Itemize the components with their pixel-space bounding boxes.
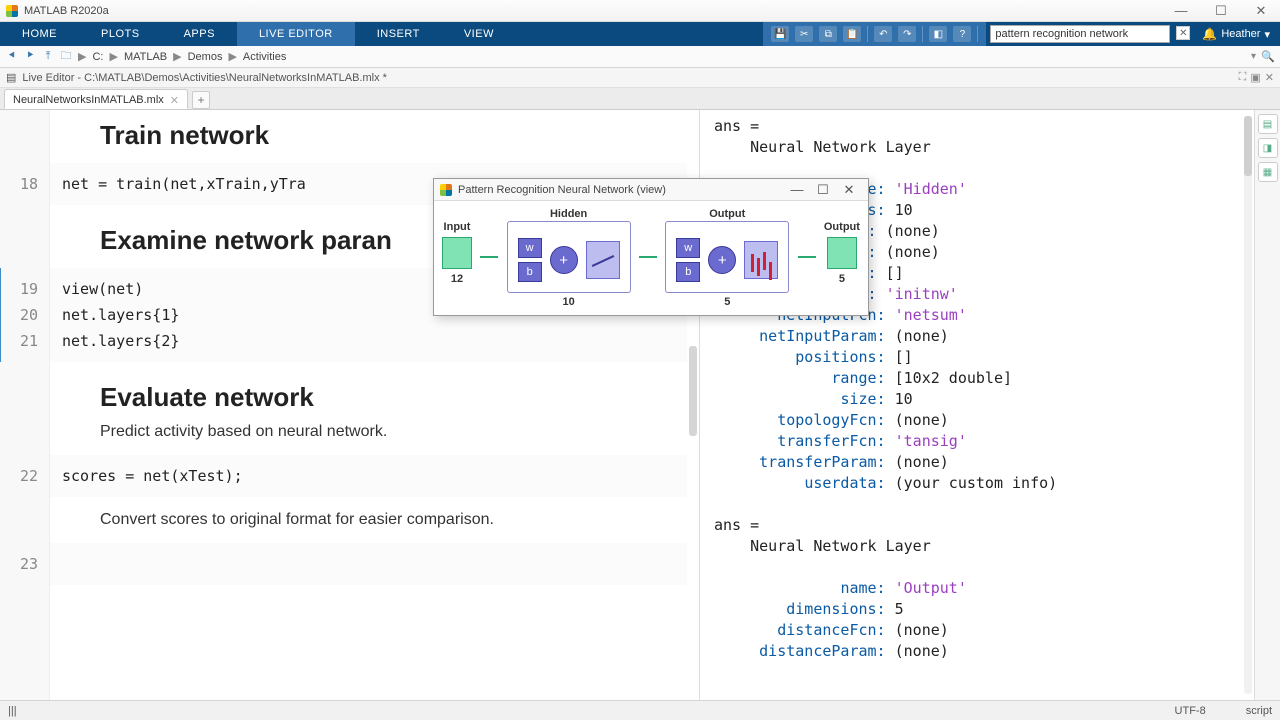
window-title: MATLAB R2020a	[24, 5, 1168, 17]
copy-icon[interactable]: ⧉	[819, 26, 837, 42]
nn-output-block: Output 5	[824, 221, 860, 285]
softmax-activation-icon	[744, 241, 778, 279]
document-tabs: NeuralNetworksInMATLAB.mlx ✕ +	[0, 88, 1280, 110]
new-tab-button[interactable]: +	[192, 91, 210, 109]
user-menu[interactable]: 🔔 Heather ▾	[1192, 22, 1280, 46]
restore-panel-icon[interactable]: ⛶	[1239, 71, 1247, 84]
save-icon[interactable]: 💾	[771, 26, 789, 42]
tab-home[interactable]: HOME	[0, 22, 79, 46]
bias-block-icon: b	[518, 262, 542, 282]
matlab-logo-icon	[440, 184, 452, 196]
sum-node-icon: +	[550, 246, 578, 274]
weight-block-icon: w	[518, 238, 542, 258]
nav-up-icon[interactable]: ⤒	[40, 49, 56, 65]
folder-dropdown-icon[interactable]: ▾	[1251, 51, 1256, 62]
section-title-train: Train network	[50, 110, 687, 157]
live-editor-path-label: Live Editor - C:\MATLAB\Demos\Activities…	[22, 72, 387, 84]
tab-insert[interactable]: INSERT	[355, 22, 442, 46]
output-right-button[interactable]: ◨	[1258, 138, 1278, 158]
section-description: Predict activity based on neural network…	[50, 419, 687, 449]
search-input[interactable]	[990, 25, 1170, 43]
code-line[interactable]: scores = net(xTest);	[50, 455, 687, 497]
section-description: Convert scores to original format for ea…	[50, 507, 687, 537]
folder-icon[interactable]: 🗀	[58, 49, 74, 65]
window-maximize-button[interactable]: ☐	[1208, 3, 1234, 19]
crumb-c[interactable]: C:	[90, 50, 105, 64]
user-name-label: Heather	[1221, 28, 1260, 40]
output-hide-button[interactable]: ▦	[1258, 162, 1278, 182]
nn-window-titlebar[interactable]: Pattern Recognition Neural Network (view…	[434, 179, 868, 201]
tab-apps[interactable]: APPS	[162, 22, 237, 46]
nn-window-title: Pattern Recognition Neural Network (view…	[458, 184, 666, 196]
nn-maximize-button[interactable]: ☐	[810, 182, 836, 198]
matlab-logo-icon	[6, 5, 18, 17]
editor-scrollbar[interactable]	[689, 346, 697, 436]
document-tab[interactable]: NeuralNetworksInMATLAB.mlx ✕	[4, 89, 188, 109]
toolstrip: HOME PLOTS APPS LIVE EDITOR INSERT VIEW …	[0, 22, 1280, 46]
nav-forward-icon[interactable]: ⯈	[22, 49, 38, 65]
live-editor-path-bar: ▤ Live Editor - C:\MATLAB\Demos\Activiti…	[0, 68, 1280, 88]
crumb-matlab[interactable]: MATLAB	[122, 50, 169, 64]
nn-hidden-layer: Hidden w b + 10	[507, 221, 631, 293]
nn-close-button[interactable]: ✕	[836, 182, 862, 198]
quick-access-toolbar: 💾 ✂ ⧉ 📋 ↶ ↷ ◧ ?	[763, 22, 986, 46]
chevron-down-icon: ▾	[1264, 28, 1270, 41]
weight-block-icon: w	[676, 238, 700, 258]
tab-view[interactable]: VIEW	[442, 22, 516, 46]
bias-block-icon: b	[676, 262, 700, 282]
section-title-evaluate: Evaluate network	[50, 372, 687, 419]
filetype-label: script	[1246, 705, 1272, 717]
busy-indicator: |||	[8, 705, 17, 717]
window-minimize-button[interactable]: —	[1168, 3, 1194, 19]
status-bar: ||| UTF-8 script	[0, 700, 1280, 720]
nn-minimize-button[interactable]: —	[784, 182, 810, 197]
encoding-label: UTF-8	[1175, 705, 1206, 717]
help-icon[interactable]: ?	[953, 26, 971, 42]
nn-output-layer: Output w b + 5	[665, 221, 789, 293]
redo-icon[interactable]: ↷	[898, 26, 916, 42]
crumb-demos[interactable]: Demos	[186, 50, 225, 64]
output-node-icon	[827, 237, 857, 269]
notifications-icon[interactable]: 🔔	[1202, 27, 1217, 41]
tab-plots[interactable]: PLOTS	[79, 22, 162, 46]
line-number: 23	[10, 551, 38, 577]
crumb-activities[interactable]: Activities	[241, 50, 288, 64]
window-titlebar: MATLAB R2020a — ☐ ✕	[0, 0, 1280, 22]
nn-input-block: Input 12	[442, 221, 472, 285]
close-tab-icon[interactable]: ✕	[170, 94, 179, 107]
breadcrumb: ▶ C: ▶ MATLAB ▶ Demos ▶ Activities	[78, 50, 1247, 64]
wire-icon	[480, 256, 498, 258]
line-number: 18	[10, 171, 38, 197]
close-panel-icon[interactable]: ✕	[1265, 71, 1274, 84]
undo-icon[interactable]: ↶	[874, 26, 892, 42]
tansig-activation-icon	[586, 241, 620, 279]
document-icon: ▤	[6, 71, 16, 84]
wire-icon	[798, 256, 816, 258]
input-node-icon	[442, 237, 472, 269]
output-view-toolbar: ▤ ◨ ▦	[1254, 110, 1280, 700]
output-inline-button[interactable]: ▤	[1258, 114, 1278, 134]
search-clear-button[interactable]: ✕	[1176, 26, 1190, 40]
paste-icon[interactable]: 📋	[843, 26, 861, 42]
document-tab-label: NeuralNetworksInMATLAB.mlx	[13, 94, 164, 106]
neural-network-view-window[interactable]: Pattern Recognition Neural Network (view…	[433, 178, 869, 316]
sum-node-icon: +	[708, 246, 736, 274]
dock-panel-icon[interactable]: ▣	[1250, 71, 1260, 84]
browse-icon[interactable]: 🔍	[1260, 50, 1276, 63]
output-scrollbar[interactable]	[1244, 116, 1252, 694]
switch-windows-icon[interactable]: ◧	[929, 26, 947, 42]
wire-icon	[639, 256, 657, 258]
line-number: 22	[10, 463, 38, 489]
line-number: 192021	[10, 276, 38, 354]
current-folder-bar: ⯇ ⯈ ⤒ 🗀 ▶ C: ▶ MATLAB ▶ Demos ▶ Activiti…	[0, 46, 1280, 68]
tab-live-editor[interactable]: LIVE EDITOR	[237, 22, 355, 46]
crumb-sep: ▶	[78, 50, 86, 63]
window-close-button[interactable]: ✕	[1248, 3, 1274, 19]
code-line[interactable]	[50, 543, 687, 585]
section-run-bar[interactable]	[0, 268, 1, 362]
cut-icon[interactable]: ✂	[795, 26, 813, 42]
nav-back-icon[interactable]: ⯇	[4, 49, 20, 65]
